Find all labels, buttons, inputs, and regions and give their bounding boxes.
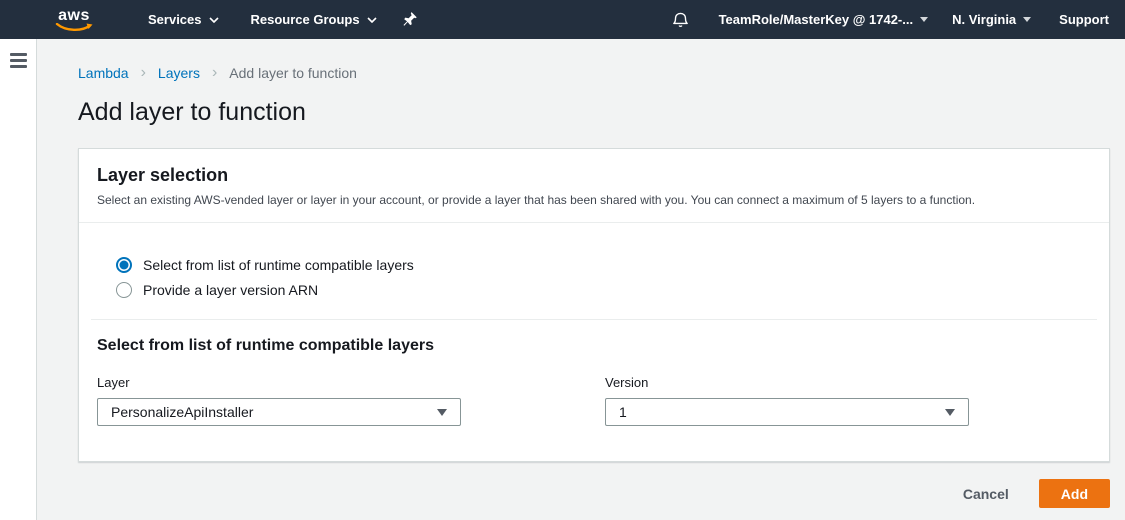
- card-title: Layer selection: [97, 165, 1091, 186]
- main-content: Lambda › Layers › Add layer to function …: [38, 39, 1125, 520]
- caret-down-icon: [920, 17, 928, 22]
- footer-actions: Cancel Add: [78, 479, 1110, 508]
- version-select-value: 1: [619, 404, 627, 420]
- dropdown-caret-icon: [437, 409, 447, 416]
- cancel-button[interactable]: Cancel: [963, 486, 1009, 502]
- pin-shortcut-button[interactable]: [403, 11, 418, 28]
- layer-field: Layer PersonalizeApiInstaller: [97, 375, 461, 426]
- collapsed-sidebar: [0, 39, 37, 520]
- section-title: Select from list of runtime compatible l…: [97, 337, 1091, 355]
- pushpin-icon: [403, 11, 418, 28]
- layer-form-row: Layer PersonalizeApiInstaller Version 1: [97, 375, 1091, 426]
- layer-selection-card: Layer selection Select an existing AWS-v…: [78, 148, 1110, 462]
- card-body: Select from list of runtime compatible l…: [79, 223, 1109, 461]
- bell-icon: [672, 10, 689, 29]
- dropdown-caret-icon: [945, 409, 955, 416]
- layer-select-value: PersonalizeApiInstaller: [111, 404, 253, 420]
- nav-support-label: Support: [1059, 12, 1109, 27]
- nav-services-label: Services: [148, 12, 202, 27]
- nav-region-menu[interactable]: N. Virginia: [952, 12, 1031, 27]
- radio-label: Provide a layer version ARN: [143, 282, 318, 298]
- breadcrumb-separator-icon: ›: [212, 66, 217, 80]
- chevron-down-icon: [367, 17, 377, 23]
- nav-account-label: TeamRole/MasterKey @ 1742-...: [719, 12, 914, 27]
- notifications-button[interactable]: [672, 10, 689, 29]
- chevron-down-icon: [209, 17, 219, 23]
- nav-account-menu[interactable]: TeamRole/MasterKey @ 1742-...: [719, 12, 929, 27]
- layer-field-label: Layer: [97, 375, 461, 390]
- section-divider: [91, 319, 1097, 320]
- nav-services-menu[interactable]: Services: [148, 12, 219, 27]
- breadcrumb-current-page: Add layer to function: [229, 65, 357, 81]
- breadcrumb-layers-link[interactable]: Layers: [158, 65, 200, 81]
- breadcrumb: Lambda › Layers › Add layer to function: [78, 65, 1110, 81]
- version-select-dropdown[interactable]: 1: [605, 398, 969, 426]
- add-button[interactable]: Add: [1039, 479, 1110, 508]
- radio-unselected-icon[interactable]: [116, 282, 132, 298]
- hamburger-menu-icon[interactable]: [10, 53, 27, 68]
- radio-runtime-compatible-layers[interactable]: Select from list of runtime compatible l…: [116, 257, 1091, 273]
- version-field-label: Version: [605, 375, 969, 390]
- nav-resource-groups-label: Resource Groups: [251, 12, 360, 27]
- layer-select-dropdown[interactable]: PersonalizeApiInstaller: [97, 398, 461, 426]
- breadcrumb-separator-icon: ›: [141, 66, 146, 80]
- aws-smile-icon: [55, 23, 93, 32]
- nav-resource-groups-menu[interactable]: Resource Groups: [251, 12, 377, 27]
- version-field: Version 1: [605, 375, 969, 426]
- aws-logo[interactable]: aws: [55, 9, 93, 32]
- radio-layer-version-arn[interactable]: Provide a layer version ARN: [116, 282, 1091, 298]
- aws-logo-text: aws: [58, 9, 90, 23]
- top-navigation-bar: aws Services Resource Groups TeamRole/Ma…: [0, 0, 1125, 39]
- card-header: Layer selection Select an existing AWS-v…: [79, 149, 1109, 223]
- radio-selected-icon[interactable]: [116, 257, 132, 273]
- nav-region-label: N. Virginia: [952, 12, 1016, 27]
- card-description: Select an existing AWS-vended layer or l…: [97, 192, 1091, 209]
- radio-label: Select from list of runtime compatible l…: [143, 257, 414, 273]
- page-title: Add layer to function: [78, 98, 1110, 127]
- nav-support-menu[interactable]: Support: [1059, 12, 1109, 27]
- breadcrumb-lambda-link[interactable]: Lambda: [78, 65, 129, 81]
- caret-down-icon: [1023, 17, 1031, 22]
- layer-source-radio-group: Select from list of runtime compatible l…: [116, 257, 1091, 298]
